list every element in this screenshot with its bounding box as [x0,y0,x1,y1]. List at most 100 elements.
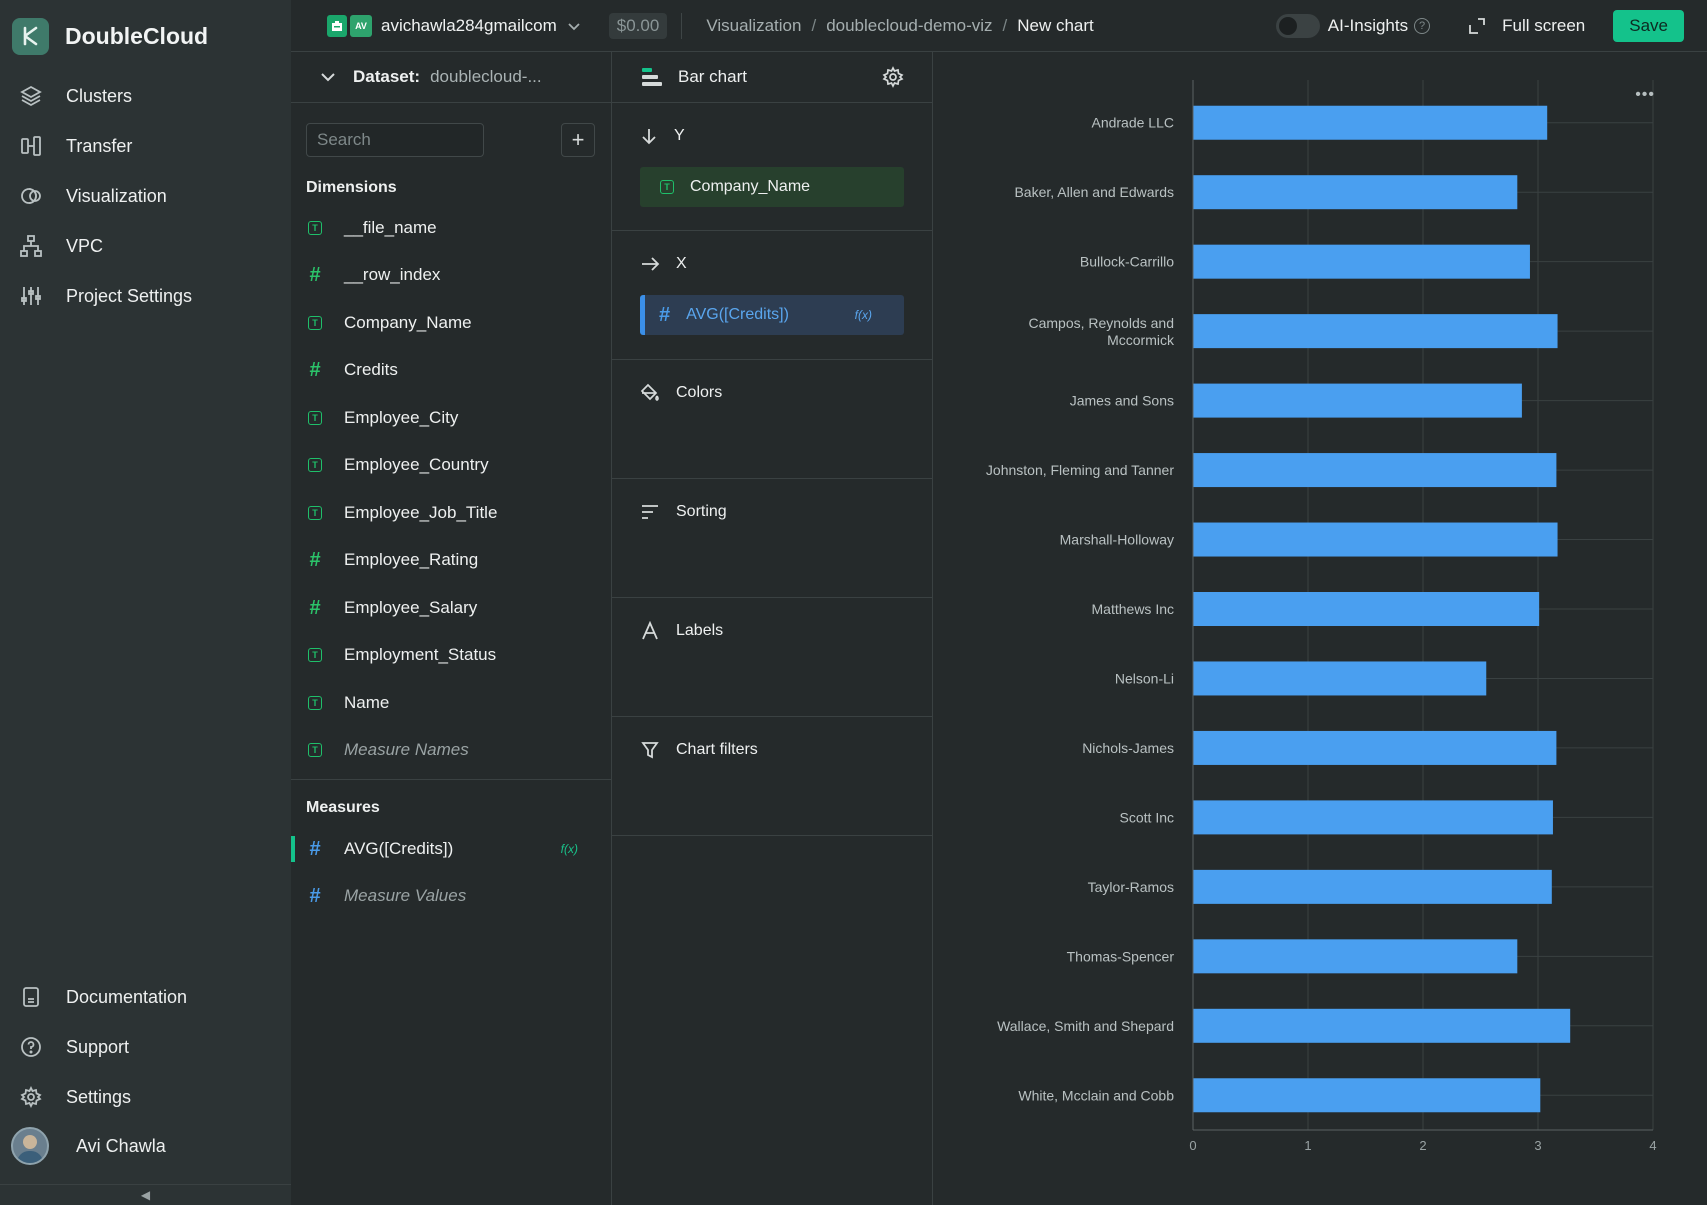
breadcrumb: Visualization / doublecloud-demo-viz / N… [706,16,1093,36]
chart-type-label: Bar chart [678,67,747,86]
bar[interactable] [1193,175,1518,210]
field-employee-salary[interactable]: # Employee_Salary [306,593,596,623]
search-input[interactable] [306,123,484,157]
user-profile[interactable]: Avi Chawla [11,1127,271,1165]
field-measure-values[interactable]: # Measure Values [306,881,596,911]
network-icon [18,233,44,259]
field-employee-rating[interactable]: # Employee_Rating [306,545,596,575]
bar[interactable] [1193,383,1522,418]
save-button[interactable]: Save [1613,9,1684,42]
text-type-icon: T [308,506,322,520]
sidebar-item-clusters[interactable]: Clusters [18,78,278,114]
gear-icon[interactable] [882,66,904,88]
bar[interactable] [1193,1078,1541,1113]
sidebar-item-project-settings[interactable]: Project Settings [18,278,278,314]
number-type-icon: # [309,884,321,907]
x-field-label: AVG([Credits]) [686,306,789,323]
field-file-name[interactable]: T __file_name [306,213,596,243]
sidebar-item-support[interactable]: Support [18,1029,278,1065]
transfer-icon [18,133,44,159]
dataset-selector[interactable]: Dataset: doublecloud-... [291,52,611,103]
bar[interactable] [1193,939,1518,974]
colors-section[interactable]: Colors [612,360,932,479]
field-name[interactable]: T Name [306,688,596,718]
number-type-icon: # [309,548,321,571]
chart-area: ••• 0 1 2 3 4 Andrade LLC Baker, Allen and Edw… [933,52,1707,1205]
y-axis-label: Y [640,127,685,145]
field-company-name[interactable]: T Company_Name [306,308,596,338]
category-label: Wallace, Smith and Shepard [997,1018,1174,1034]
paint-bucket-icon [640,383,660,403]
ai-insights-label: AI-Insights [1327,15,1409,35]
bar[interactable] [1193,453,1557,488]
collapse-sidebar-button[interactable]: ◀ [0,1184,291,1205]
field-credits[interactable]: # Credits [306,355,596,385]
breadcrumb-separator: / [811,15,817,35]
field-measure-names[interactable]: T Measure Names [306,735,596,765]
y-axis-section: Y T Company_Name [612,103,932,231]
bar[interactable] [1193,661,1487,696]
labels-section[interactable]: Labels [612,598,932,717]
field-avg-credits[interactable]: # AVG([Credits]) f(x) [306,834,596,864]
category-label: Bullock-Carrillo [1080,254,1174,270]
sidebar-item-documentation[interactable]: Documentation [18,979,278,1015]
formula-badge: f(x) [560,842,578,856]
help-icon[interactable]: ? [1414,17,1431,34]
labels-text: Labels [676,622,724,639]
x-tick-label: 2 [1419,1138,1426,1153]
sidebar-item-label: Project Settings [66,285,193,306]
text-type-icon: T [660,180,674,194]
number-type-icon: # [309,358,321,381]
chevron-down-icon [319,68,337,86]
field-label: Employee_Rating [344,550,479,569]
bar[interactable] [1193,522,1558,557]
visualization-icon [18,183,44,209]
breadcrumb-current: New chart [1017,15,1094,35]
add-field-button[interactable]: + [561,123,595,157]
sidebar-item-settings[interactable]: Settings [18,1079,278,1115]
dimensions-title: Dimensions [306,179,397,196]
x-tick-label: 1 [1304,1138,1311,1153]
sorting-section[interactable]: Sorting [612,479,932,598]
x-field-chip[interactable]: # AVG([Credits]) f(x) [640,295,904,335]
account-selector[interactable]: AV avichawla284gmailcom [327,14,581,37]
bar[interactable] [1193,800,1553,835]
bar[interactable] [1193,244,1530,279]
fullscreen-button[interactable]: Full screen [1468,16,1585,36]
sidebar-item-vpc[interactable]: VPC [18,228,278,264]
bar[interactable] [1193,314,1558,349]
x-axis-label: X [640,255,687,273]
category-label: Nelson-Li [1115,670,1174,686]
text-type-icon: T [308,458,322,472]
sidebar-item-label: Clusters [66,85,133,106]
app-logo[interactable]: DoubleCloud [12,16,208,56]
bar[interactable] [1193,869,1552,904]
chart-type-selector[interactable]: Bar chart [612,52,932,103]
text-type-icon: T [308,743,322,757]
collapse-arrow-icon: ◀ [140,1188,151,1202]
number-type-icon: # [309,837,321,860]
ai-insights-toggle[interactable] [1275,13,1320,38]
sidebar-item-transfer[interactable]: Transfer [18,128,278,164]
field-label: Measure Names [344,740,469,759]
breadcrumb-workbook[interactable]: doublecloud-demo-viz [826,16,992,36]
chart-filters-section[interactable]: Chart filters [612,717,932,836]
bar[interactable] [1193,592,1540,626]
formula-badge: f(x) [854,308,872,322]
field-employee-job-title[interactable]: T Employee_Job_Title [306,498,596,528]
bar[interactable] [1193,1008,1571,1043]
sidebar-item-visualization[interactable]: Visualization [18,178,278,214]
more-options-icon[interactable]: ••• [1635,86,1655,104]
breadcrumb-visualization[interactable]: Visualization [706,16,801,36]
sliders-icon [18,283,44,309]
field-row-index[interactable]: # __row_index [306,260,596,290]
field-employment-status[interactable]: T Employment_Status [306,640,596,670]
y-field-chip[interactable]: T Company_Name [640,167,904,207]
field-employee-city[interactable]: T Employee_City [306,403,596,433]
field-employee-country[interactable]: T Employee_Country [306,450,596,480]
field-label: Employee_Salary [344,598,478,617]
bar[interactable] [1193,730,1557,765]
category-label: Marshall-Holloway [1060,532,1174,548]
bar[interactable] [1193,105,1548,140]
y-label-text: Y [674,127,685,144]
